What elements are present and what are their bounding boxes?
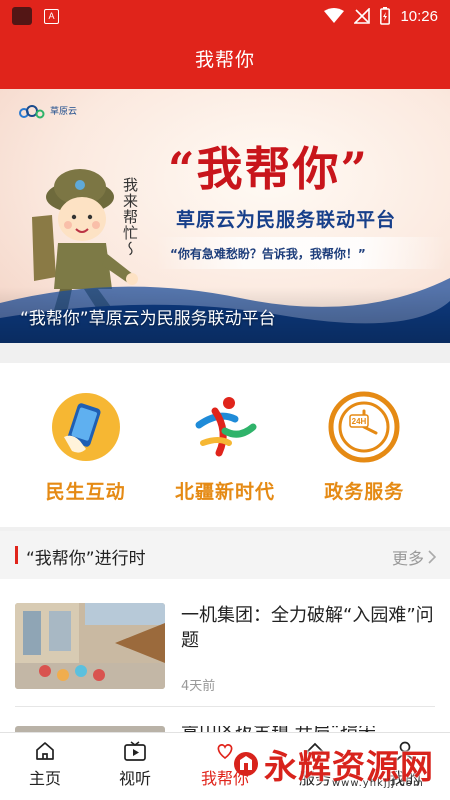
app-square-icon — [12, 7, 32, 25]
cloud-logo-icon — [19, 105, 45, 119]
title-bar: 我帮你 — [0, 32, 450, 89]
quick-entry-zhengwu[interactable]: 24H 政务服务 — [299, 363, 429, 504]
site-watermark: 永辉资源网 www.yhkjjj.com — [232, 740, 434, 789]
tab-home[interactable]: 主页 — [0, 733, 90, 800]
phone-hand-icon — [48, 389, 124, 465]
video-icon — [124, 741, 146, 761]
banner-logo: 草原云 — [18, 105, 77, 119]
watermark-logo-icon — [234, 752, 258, 776]
news-time: 4天前 — [181, 679, 216, 694]
svg-text:24H: 24H — [352, 417, 367, 426]
news-headline: 一机集团：全力破解“入园难”问题 — [181, 605, 434, 651]
battery-charging-icon — [380, 7, 391, 25]
quick-entry-grid: 民生互动 北疆新时代 24H 政务服务 — [0, 363, 450, 527]
no-signal-icon — [354, 8, 371, 24]
status-time: 10:26 — [400, 7, 438, 25]
a-badge-icon: A — [44, 9, 59, 24]
chevron-right-icon — [428, 550, 436, 564]
banner-caption-overlay: “我帮你”草原云为民服务联动平台 — [0, 287, 450, 343]
news-item[interactable]: 一机集团：全力破解“入园难”问题 4天前 — [15, 603, 435, 694]
banner-handwriting: 我来帮忙～ — [121, 177, 139, 257]
banner-big-title: “我帮你” — [168, 142, 369, 196]
quick-entry-beijiang[interactable]: 北疆新时代 — [160, 363, 290, 504]
status-bar: A 10:26 — [0, 0, 450, 32]
quick-entry-minsheng[interactable]: 民生互动 — [21, 363, 151, 504]
banner-subtitle: 草原云为民服务联动平台 — [176, 209, 397, 231]
page-title: 我帮你 — [194, 49, 255, 71]
clock-24h-icon: 24H — [326, 389, 402, 465]
divider — [15, 706, 435, 707]
section-title: “我帮你”进行时 — [26, 549, 146, 569]
section-spacer — [0, 343, 450, 363]
news-thumbnail — [15, 603, 165, 689]
tab-video[interactable]: 视听 — [90, 733, 180, 800]
banner-caption: “我帮你”草原云为民服务联动平台 — [20, 309, 276, 329]
banner-carousel[interactable]: 草原云 我来帮忙～ “我帮你” 草原云为民服务联动平台 “你有急难愁盼？告诉我，… — [0, 89, 450, 343]
wifi-icon — [324, 8, 345, 23]
more-link[interactable]: 更多 — [392, 545, 436, 569]
dancing-figure-icon — [187, 389, 263, 465]
section-accent-bar — [15, 546, 18, 564]
section-header: “我帮你”进行时 更多 — [0, 531, 450, 579]
home-icon — [36, 742, 54, 760]
